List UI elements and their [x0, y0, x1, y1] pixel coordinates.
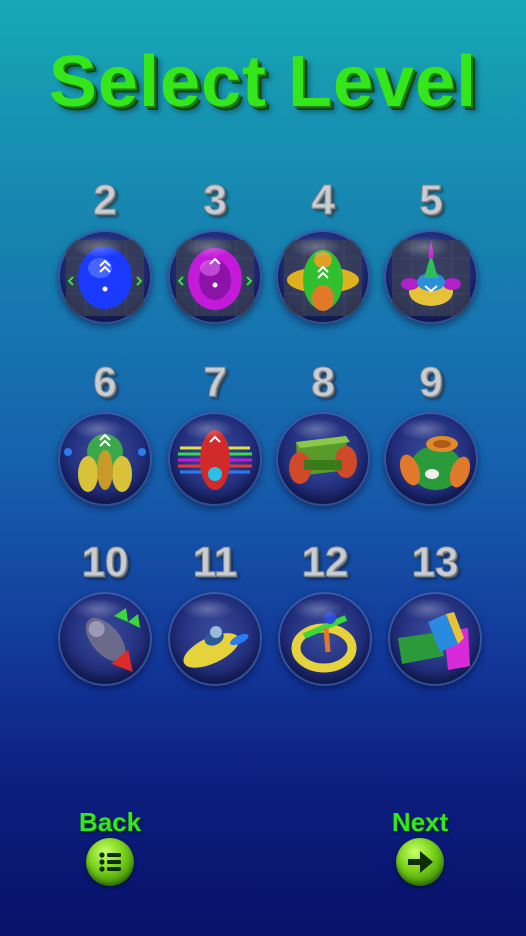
level-number: 11 — [192, 538, 238, 585]
level-12-button[interactable]: 12 — [270, 538, 380, 700]
yellow-saucer-ship-icon — [384, 230, 478, 324]
block-ship-icon — [388, 592, 482, 686]
level-8-button[interactable]: 8 — [268, 358, 378, 520]
back-button[interactable]: Back — [60, 808, 160, 898]
blue-egg-ship-icon — [58, 230, 152, 324]
level-number: 8 — [311, 358, 335, 405]
level-number: 3 — [203, 176, 227, 223]
level-number: 9 — [419, 358, 443, 405]
level-6-button[interactable]: 6 — [50, 358, 160, 520]
level-number: 6 — [93, 358, 117, 405]
yellow-jet-ship-icon — [168, 592, 262, 686]
back-label: Back — [78, 807, 142, 837]
magenta-egg-ship-icon — [168, 230, 262, 324]
level-number: 12 — [301, 538, 349, 585]
level-number: 10 — [81, 538, 129, 585]
level-10-button[interactable]: 10 — [50, 538, 160, 700]
level-number: 4 — [311, 176, 335, 223]
level-3-button[interactable]: 3 — [160, 176, 270, 338]
next-button[interactable]: Next — [370, 808, 470, 898]
level-7-button[interactable]: 7 — [160, 358, 270, 520]
page-title: Select Level — [48, 42, 478, 122]
red-striped-ship-icon — [168, 412, 262, 506]
green-winged-ship-icon — [276, 230, 370, 324]
ring-ship-icon — [278, 592, 372, 686]
level-4-button[interactable]: 4 — [268, 176, 378, 338]
level-11-button[interactable]: 11 — [160, 538, 270, 700]
level-number: 5 — [419, 176, 443, 223]
level-number: 7 — [203, 358, 227, 405]
level-number: 2 — [93, 176, 117, 223]
green-orange-pod-ship-icon — [384, 412, 478, 506]
rocket-ship-icon — [58, 592, 152, 686]
next-label: Next — [391, 807, 449, 837]
level-2-button[interactable]: 2 — [50, 176, 160, 338]
arrow-right-icon — [396, 838, 444, 886]
green-roller-ship-icon — [276, 412, 370, 506]
green-tripod-ship-icon — [58, 412, 152, 506]
level-number: 13 — [411, 538, 459, 585]
level-13-button[interactable]: 13 — [380, 538, 490, 700]
level-9-button[interactable]: 9 — [376, 358, 486, 520]
level-5-button[interactable]: 5 — [376, 176, 486, 338]
menu-list-icon — [86, 838, 134, 886]
